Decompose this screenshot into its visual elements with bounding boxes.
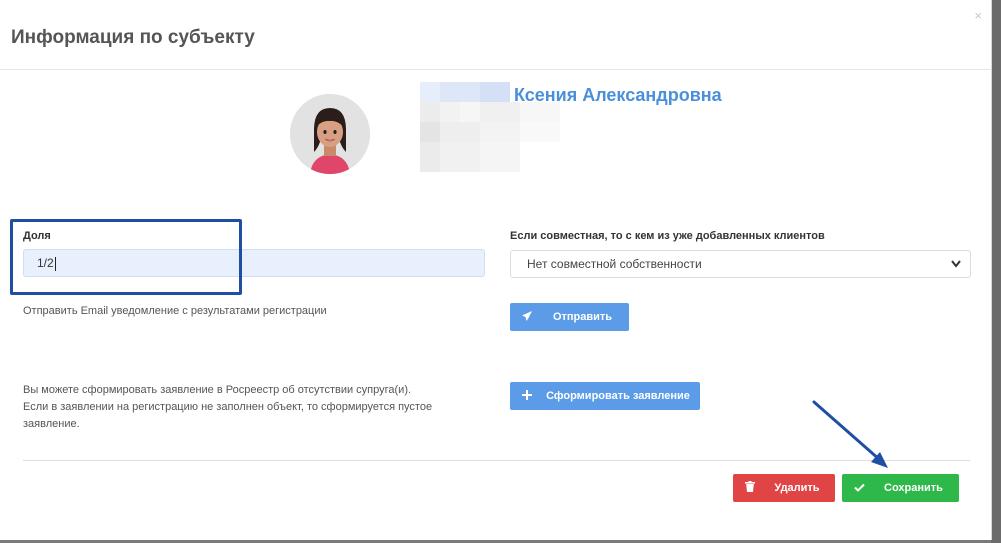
joint-owner-label: Если совместная, то с кем из уже добавле… bbox=[510, 230, 825, 242]
generate-statement-button[interactable]: Сформировать заявление bbox=[510, 382, 700, 410]
save-button-label: Сохранить bbox=[884, 482, 943, 494]
delete-button-label: Удалить bbox=[774, 482, 820, 494]
modal-header: Информация по субъекту × bbox=[0, 0, 991, 70]
send-email-button-label: Отправить bbox=[552, 311, 613, 323]
joint-owner-select[interactable]: Нет совместной собственности bbox=[510, 250, 971, 278]
avatar bbox=[290, 94, 370, 174]
save-button[interactable]: Сохранить bbox=[842, 474, 959, 502]
delete-button[interactable]: Удалить bbox=[733, 474, 835, 502]
subject-info-modal: Информация по субъекту × Ксения Александ… bbox=[0, 0, 992, 540]
highlight-annotation-box bbox=[10, 219, 242, 295]
chevron-down-icon bbox=[950, 252, 962, 285]
close-icon[interactable]: × bbox=[974, 8, 982, 23]
email-notification-text: Отправить Email уведомление с результата… bbox=[23, 305, 327, 317]
trash-icon bbox=[733, 481, 767, 495]
send-email-button[interactable]: Отправить bbox=[510, 303, 629, 331]
check-icon bbox=[842, 481, 876, 495]
statement-line-3: заявление. bbox=[23, 418, 80, 430]
modal-backdrop bbox=[991, 0, 1001, 543]
statement-line-1: Вы можете сформировать заявление в Росре… bbox=[23, 384, 412, 396]
modal-title: Информация по субъекту bbox=[11, 27, 255, 48]
plus-icon bbox=[510, 389, 544, 403]
avatar-illustration bbox=[290, 94, 370, 174]
footer-divider bbox=[23, 460, 970, 461]
paper-plane-icon bbox=[510, 310, 544, 325]
statement-text: Вы можете сформировать заявление в Росре… bbox=[23, 382, 432, 433]
generate-statement-button-label: Сформировать заявление bbox=[546, 390, 690, 402]
joint-owner-selected-value: Нет совместной собственности bbox=[527, 257, 702, 271]
subject-name: Ксения Александровна bbox=[514, 85, 722, 105]
statement-line-2: Если в заявлении на регистрацию не запол… bbox=[23, 401, 433, 413]
